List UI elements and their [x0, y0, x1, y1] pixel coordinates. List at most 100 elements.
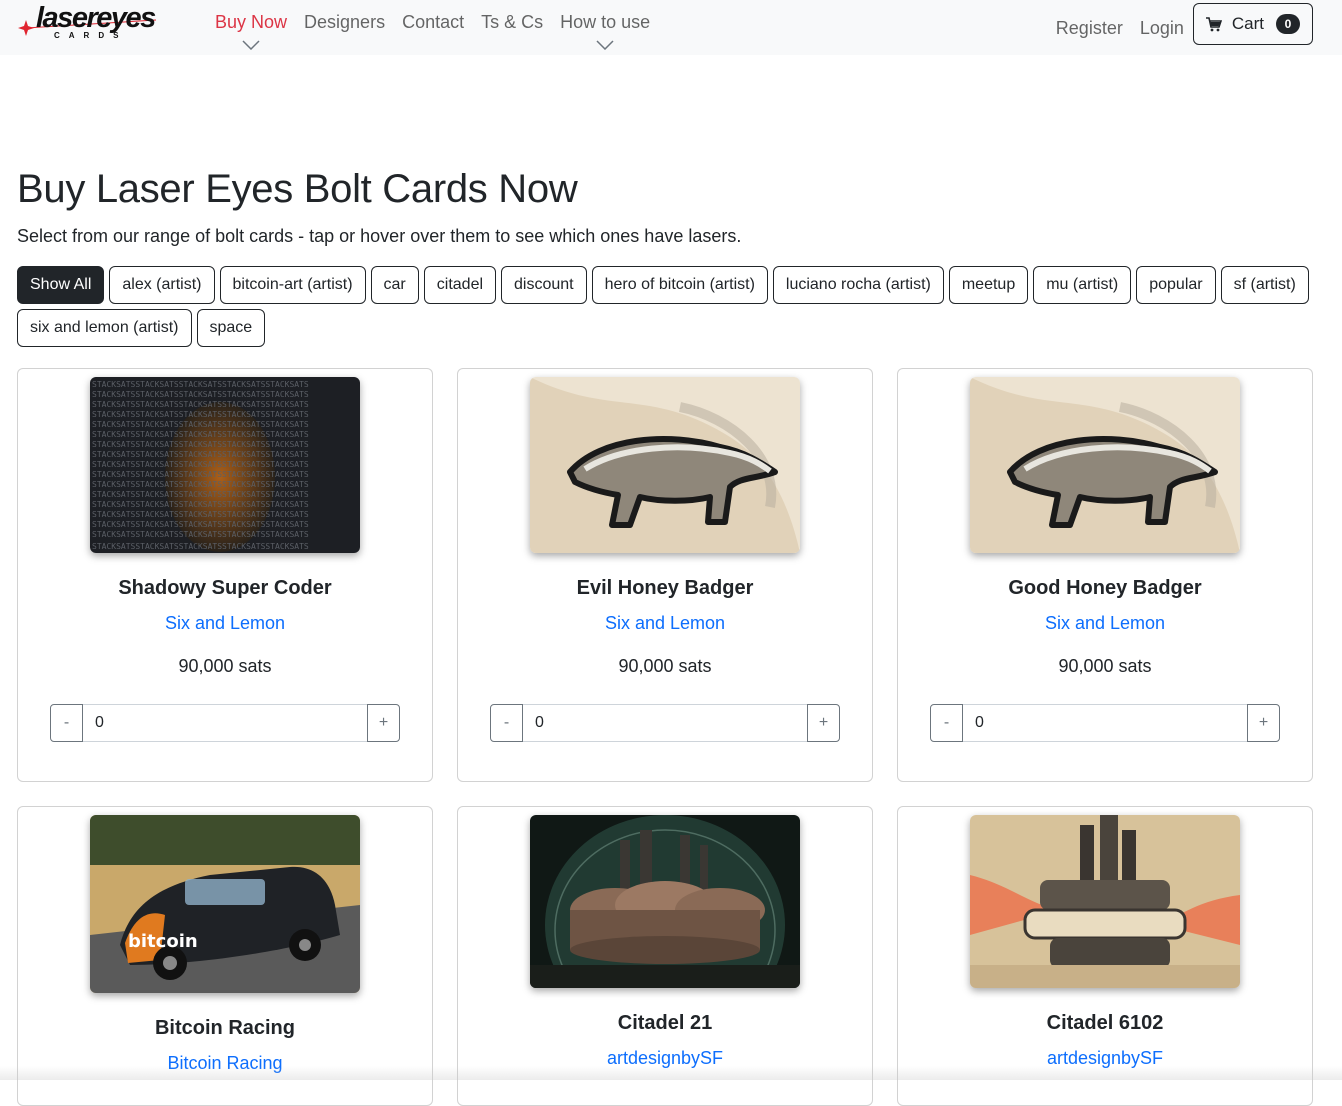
product-image[interactable]: STACKSATSSTACKSATSSTACKSATSSTACKSATSSTAC…: [90, 377, 360, 553]
increase-quantity-button[interactable]: +: [807, 704, 840, 742]
nav-buy-now[interactable]: Buy Now: [215, 12, 288, 50]
increase-quantity-button[interactable]: +: [367, 704, 400, 742]
filter-meetup[interactable]: meetup: [948, 266, 1029, 304]
svg-text:STACKSATSSTACKSATSSTACKSATSSTA: STACKSATSSTACKSATSSTACKSATSSTACKSATSSTAC…: [92, 430, 309, 439]
quantity-stepper: - 0 +: [930, 704, 1280, 742]
filter-popular[interactable]: popular: [1136, 266, 1216, 304]
product-price: 90,000 sats: [618, 656, 712, 676]
svg-text:STACKSATSSTACKSATSSTACKSATSSTA: STACKSATSSTACKSATSSTACKSATSSTACKSATSSTAC…: [92, 470, 309, 479]
product-price: 90,000 sats: [1058, 656, 1152, 676]
stack-sats-art-image: STACKSATSSTACKSATSSTACKSATSSTACKSATSSTAC…: [90, 377, 360, 553]
filter-show-all[interactable]: Show All: [17, 266, 105, 304]
nav-buy-now-label: Buy Now: [215, 12, 288, 32]
honey-badger-art-image: [970, 377, 1240, 553]
svg-text:STACKSATSSTACKSATSSTACKSATSSTA: STACKSATSSTACKSATSSTACKSATSSTACKSATSSTAC…: [92, 480, 309, 489]
cart-button[interactable]: Cart 0: [1192, 3, 1313, 45]
filter-discount[interactable]: discount: [501, 266, 587, 304]
svg-text:STACKSATSSTACKSATSSTACKSATSSTA: STACKSATSSTACKSATSSTACKSATSSTACKSATSSTAC…: [92, 520, 309, 529]
product-title: Evil Honey Badger: [576, 577, 754, 599]
account-nav: Register Login Cart 0: [1056, 3, 1313, 45]
product-title: Good Honey Badger: [1008, 577, 1202, 599]
product-card: STACKSATSSTACKSATSSTACKSATSSTACKSATSSTAC…: [17, 368, 433, 782]
product-card: Citadel 6102 artdesignbySF: [897, 806, 1313, 1106]
chevron-down-icon: [596, 40, 614, 50]
product-artist-link[interactable]: Six and Lemon: [898, 613, 1312, 634]
cart-icon: [1205, 16, 1222, 32]
svg-text:STACKSATSSTACKSATSSTACKSATSSTA: STACKSATSSTACKSATSSTACKSATSSTACKSATSSTAC…: [92, 542, 309, 551]
svg-text:STACKSATSSTACKSATSSTACKSATSSTA: STACKSATSSTACKSATSSTACKSATSSTACKSATSSTAC…: [92, 460, 309, 469]
honey-badger-art-image: [530, 377, 800, 553]
filter-luciano-rocha-artist[interactable]: luciano rocha (artist): [772, 266, 944, 304]
filter-sf-artist[interactable]: sf (artist): [1220, 266, 1309, 304]
product-image[interactable]: [530, 377, 800, 553]
decrease-quantity-button[interactable]: -: [50, 704, 83, 742]
svg-text:STACKSATSSTACKSATSSTACKSATSSTA: STACKSATSSTACKSATSSTACKSATSSTACKSATSSTAC…: [92, 420, 309, 429]
svg-text:STACKSATSSTACKSATSSTACKSATSSTA: STACKSATSSTACKSATSSTACKSATSSTACKSATSSTAC…: [92, 390, 309, 399]
filter-alex-artist[interactable]: alex (artist): [109, 266, 215, 304]
svg-text:STACKSATSSTACKSATSSTACKSATSSTA: STACKSATSSTACKSATSSTACKSATSSTACKSATSSTAC…: [92, 400, 309, 409]
product-image[interactable]: [530, 815, 800, 988]
register-link[interactable]: Register: [1056, 18, 1123, 39]
product-image[interactable]: [970, 377, 1240, 553]
product-card: Evil Honey Badger Six and Lemon 90,000 s…: [457, 368, 873, 782]
cart-count-badge: 0: [1276, 14, 1300, 34]
nav-how-to-use[interactable]: How to use: [560, 12, 651, 50]
svg-text:STACKSATSSTACKSATSSTACKSATSSTA: STACKSATSSTACKSATSSTACKSATSSTACKSATSSTAC…: [92, 490, 309, 499]
nav-terms[interactable]: Ts & Cs: [481, 12, 543, 33]
logo-subtitle: CARDS: [54, 31, 128, 40]
svg-text:bitcoin: bitcoin: [128, 931, 198, 952]
nav-how-to-use-label: How to use: [560, 12, 651, 32]
cart-label: Cart: [1231, 14, 1264, 33]
svg-text:STACKSATSSTACKSATSSTACKSATSSTA: STACKSATSSTACKSATSSTACKSATSSTACKSATSSTAC…: [92, 410, 309, 419]
quantity-stepper: - 0 +: [490, 704, 840, 742]
filter-six-and-lemon-artist[interactable]: six and lemon (artist): [17, 309, 192, 347]
filter-citadel[interactable]: citadel: [423, 266, 497, 304]
filter-bitcoin-art-artist[interactable]: bitcoin-art (artist): [219, 266, 366, 304]
filter-buttons: Show All alex (artist) bitcoin-art (arti…: [17, 266, 1317, 352]
filter-mu-artist[interactable]: mu (artist): [1033, 266, 1132, 304]
filter-car[interactable]: car: [370, 266, 419, 304]
quantity-input[interactable]: 0: [523, 704, 807, 742]
race-car-photo-image: bitcoin: [90, 815, 360, 993]
product-image[interactable]: [970, 815, 1240, 988]
dome-citadel-art-image: [530, 815, 800, 988]
svg-text:STACKSATSSTACKSATSSTACKSATSSTA: STACKSATSSTACKSATSSTACKSATSSTACKSATSSTAC…: [92, 530, 309, 539]
increase-quantity-button[interactable]: +: [1247, 704, 1280, 742]
product-price: 90,000 sats: [178, 656, 272, 676]
svg-text:STACKSATSSTACKSATSSTACKSATSSTA: STACKSATSSTACKSATSSTACKSATSSTACKSATSSTAC…: [92, 440, 309, 449]
brand-logo[interactable]: lasereyes CARDS: [18, 2, 178, 44]
decrease-quantity-button[interactable]: -: [490, 704, 523, 742]
svg-text:STACKSATSSTACKSATSSTACKSATSSTA: STACKSATSSTACKSATSSTACKSATSSTACKSATSSTAC…: [92, 510, 309, 519]
product-card: bitcoin Bitcoin Racing Bitcoin Racing: [17, 806, 433, 1106]
page-title: Buy Laser Eyes Bolt Cards Now: [17, 167, 578, 211]
page-subtitle: Select from our range of bolt cards - ta…: [17, 226, 742, 246]
nav-designers-label: Designers: [304, 12, 386, 32]
decrease-quantity-button[interactable]: -: [930, 704, 963, 742]
filter-space[interactable]: space: [196, 309, 266, 347]
product-title: Citadel 21: [617, 1012, 713, 1034]
scroll-fade: [0, 1066, 1342, 1080]
product-image[interactable]: bitcoin: [90, 815, 360, 993]
nav-contact[interactable]: Contact: [402, 12, 464, 33]
product-title: Bitcoin Racing: [154, 1017, 295, 1039]
quantity-input[interactable]: 0: [83, 704, 367, 742]
product-title: Shadowy Super Coder: [118, 577, 332, 599]
filter-hero-of-bitcoin-artist[interactable]: hero of bitcoin (artist): [591, 266, 768, 304]
login-link[interactable]: Login: [1140, 18, 1184, 39]
brutalist-citadel-art-image: [970, 815, 1240, 988]
product-artist-link[interactable]: Six and Lemon: [458, 613, 872, 634]
product-card: Citadel 21 artdesignbySF: [457, 806, 873, 1106]
navbar: lasereyes CARDS Buy Now Designers Contac…: [0, 0, 1342, 55]
main-nav: Buy Now Designers Contact Ts & Cs How to…: [215, 12, 667, 50]
svg-text:STACKSATSSTACKSATSSTACKSATSSTA: STACKSATSSTACKSATSSTACKSATSSTACKSATSSTAC…: [92, 500, 309, 509]
quantity-input[interactable]: 0: [963, 704, 1247, 742]
svg-text:STACKSATSSTACKSATSSTACKSATSSTA: STACKSATSSTACKSATSSTACKSATSSTACKSATSSTAC…: [92, 450, 309, 459]
chevron-down-icon: [242, 40, 260, 50]
quantity-stepper: - 0 +: [50, 704, 400, 742]
product-card: Good Honey Badger Six and Lemon 90,000 s…: [897, 368, 1313, 782]
svg-text:STACKSATSSTACKSATSSTACKSATSSTA: STACKSATSSTACKSATSSTACKSATSSTACKSATSSTAC…: [92, 380, 309, 389]
nav-contact-label: Contact: [402, 12, 465, 32]
nav-designers[interactable]: Designers: [304, 12, 385, 33]
product-title: Citadel 6102: [1046, 1012, 1164, 1034]
product-artist-link[interactable]: Six and Lemon: [18, 613, 432, 634]
